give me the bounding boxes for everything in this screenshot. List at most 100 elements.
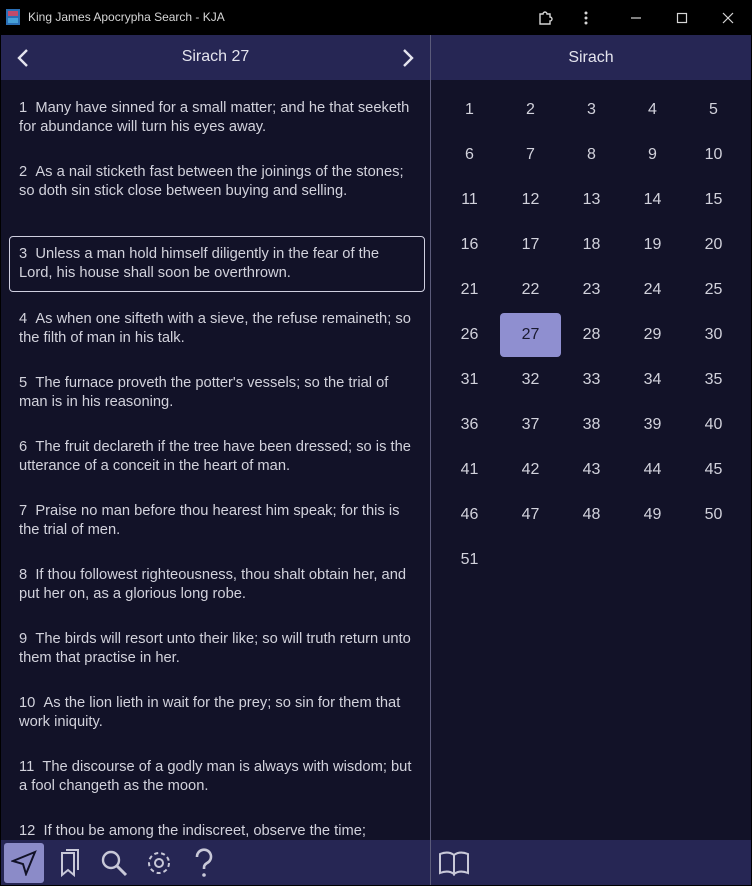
chapter-cell[interactable]: 49 <box>622 493 683 537</box>
window-titlebar: King James Apocrypha Search - KJA <box>0 0 752 35</box>
chapter-cell[interactable]: 7 <box>500 133 561 177</box>
verse-text: If thou be among the indiscreet, observe… <box>43 823 367 839</box>
verse-text: The furnace proveth the potter's vessels… <box>19 375 389 410</box>
verse-text: The fruit declareth if the tree have bee… <box>19 439 411 474</box>
chapter-cell[interactable]: 4 <box>622 88 683 132</box>
chapter-cell[interactable]: 1 <box>439 88 500 132</box>
chapter-cell[interactable]: 19 <box>622 223 683 267</box>
close-button[interactable] <box>710 0 746 35</box>
chapter-cell[interactable]: 51 <box>439 538 500 582</box>
search-button[interactable] <box>93 840 135 885</box>
verse-item[interactable]: 9 The birds will resort unto their like;… <box>9 621 425 677</box>
chapter-cell[interactable]: 42 <box>500 448 561 492</box>
chapter-cell[interactable]: 44 <box>622 448 683 492</box>
chapter-cell[interactable]: 14 <box>622 178 683 222</box>
chapter-cell[interactable]: 24 <box>622 268 683 312</box>
extensions-button[interactable] <box>528 0 564 35</box>
more-options-button[interactable] <box>568 0 604 35</box>
verse-text: Unless a man hold himself diligently in … <box>19 246 380 281</box>
chapter-cell[interactable]: 3 <box>561 88 622 132</box>
window-title: King James Apocrypha Search - KJA <box>28 10 225 24</box>
more-vertical-icon <box>584 11 588 24</box>
verse-number: 10 <box>19 695 36 711</box>
chapter-cell[interactable]: 31 <box>439 358 500 402</box>
chapter-cell[interactable]: 26 <box>439 313 500 357</box>
chapter-cell[interactable]: 9 <box>622 133 683 177</box>
verse-number: 4 <box>19 311 28 327</box>
verse-item[interactable]: 7 Praise no man before thou hearest him … <box>9 493 425 549</box>
toolbar-divider <box>430 840 431 885</box>
minimize-button[interactable] <box>618 0 654 35</box>
chapter-cell[interactable]: 5 <box>683 88 744 132</box>
chapter-cell[interactable]: 50 <box>683 493 744 537</box>
chapter-cell[interactable]: 22 <box>500 268 561 312</box>
search-icon <box>101 850 128 876</box>
verse-item[interactable]: 4 As when one sifteth with a sieve, the … <box>9 301 425 357</box>
verse-item[interactable]: 5 The furnace proveth the potter's vesse… <box>9 365 425 421</box>
chapter-cell[interactable]: 8 <box>561 133 622 177</box>
settings-icon <box>148 851 170 874</box>
verse-number: 7 <box>19 503 28 519</box>
chapter-cell[interactable]: 48 <box>561 493 622 537</box>
chapter-cell[interactable]: 20 <box>683 223 744 267</box>
chapter-cell[interactable]: 33 <box>561 358 622 402</box>
chapter-cell[interactable]: 40 <box>683 403 744 447</box>
chapter-cell[interactable]: 2 <box>500 88 561 132</box>
chapter-cell[interactable]: 23 <box>561 268 622 312</box>
verse-item[interactable]: 1 Many have sinned for a small matter; a… <box>9 90 425 146</box>
navigate-button[interactable] <box>4 843 44 883</box>
chapter-cell[interactable]: 12 <box>500 178 561 222</box>
chapter-cell[interactable]: 21 <box>439 268 500 312</box>
chapter-cell[interactable]: 41 <box>439 448 500 492</box>
chapter-cell[interactable]: 47 <box>500 493 561 537</box>
chapter-cell[interactable]: 32 <box>500 358 561 402</box>
chapter-cell[interactable]: 18 <box>561 223 622 267</box>
settings-button[interactable] <box>138 840 180 885</box>
puzzle-icon <box>539 10 553 25</box>
chapter-cell[interactable]: 36 <box>439 403 500 447</box>
bottom-toolbar <box>1 840 751 885</box>
maximize-button[interactable] <box>664 0 700 35</box>
chapter-cell[interactable]: 38 <box>561 403 622 447</box>
chapter-cell[interactable]: 25 <box>683 268 744 312</box>
next-chapter-button[interactable] <box>396 47 418 69</box>
app-icon <box>6 9 20 25</box>
chapter-cell[interactable]: 45 <box>683 448 744 492</box>
verse-item[interactable]: 11 The discourse of a godly man is alway… <box>9 749 425 805</box>
chapter-cell[interactable]: 27 <box>500 313 561 357</box>
chapter-cell[interactable]: 6 <box>439 133 500 177</box>
verse-item[interactable]: 6 The fruit declareth if the tree have b… <box>9 429 425 485</box>
verse-item[interactable]: 3 Unless a man hold himself diligently i… <box>9 236 425 292</box>
chapter-cell[interactable]: 17 <box>500 223 561 267</box>
chapter-title: Sirach 27 <box>181 48 250 65</box>
chapter-cell[interactable]: 29 <box>622 313 683 357</box>
verse-number: 8 <box>19 567 28 583</box>
verse-item[interactable]: 12 If thou be among the indiscreet, obse… <box>9 813 425 840</box>
chapter-cell[interactable]: 15 <box>683 178 744 222</box>
help-icon <box>195 847 213 877</box>
chapter-cell[interactable]: 28 <box>561 313 622 357</box>
chapter-cell[interactable]: 35 <box>683 358 744 402</box>
chapter-header: Sirach 27 <box>1 35 430 80</box>
chapter-cell[interactable]: 34 <box>622 358 683 402</box>
chapter-cell[interactable]: 43 <box>561 448 622 492</box>
book-button[interactable] <box>433 840 475 885</box>
verse-item[interactable]: 2 As a nail sticketh fast between the jo… <box>9 154 425 210</box>
chapter-cell[interactable]: 16 <box>439 223 500 267</box>
bookmarks-button[interactable] <box>49 840 91 885</box>
verse-item[interactable]: 8 If thou followest righteousness, thou … <box>9 557 425 613</box>
verse-text: As when one sifteth with a sieve, the re… <box>19 311 411 346</box>
verse-number: 2 <box>19 164 28 180</box>
chapter-cell[interactable]: 37 <box>500 403 561 447</box>
verse-text: Many have sinned for a small matter; and… <box>19 100 410 135</box>
chapter-cell[interactable]: 46 <box>439 493 500 537</box>
chapter-cell[interactable]: 30 <box>683 313 744 357</box>
book-header: Sirach <box>431 35 751 80</box>
help-button[interactable] <box>183 840 225 885</box>
chapter-cell[interactable]: 11 <box>439 178 500 222</box>
bookmarks-icon <box>61 848 79 877</box>
chapter-cell[interactable]: 10 <box>683 133 744 177</box>
chapter-cell[interactable]: 39 <box>622 403 683 447</box>
chapter-cell[interactable]: 13 <box>561 178 622 222</box>
verse-item[interactable]: 10 As the lion lieth in wait for the pre… <box>9 685 425 741</box>
